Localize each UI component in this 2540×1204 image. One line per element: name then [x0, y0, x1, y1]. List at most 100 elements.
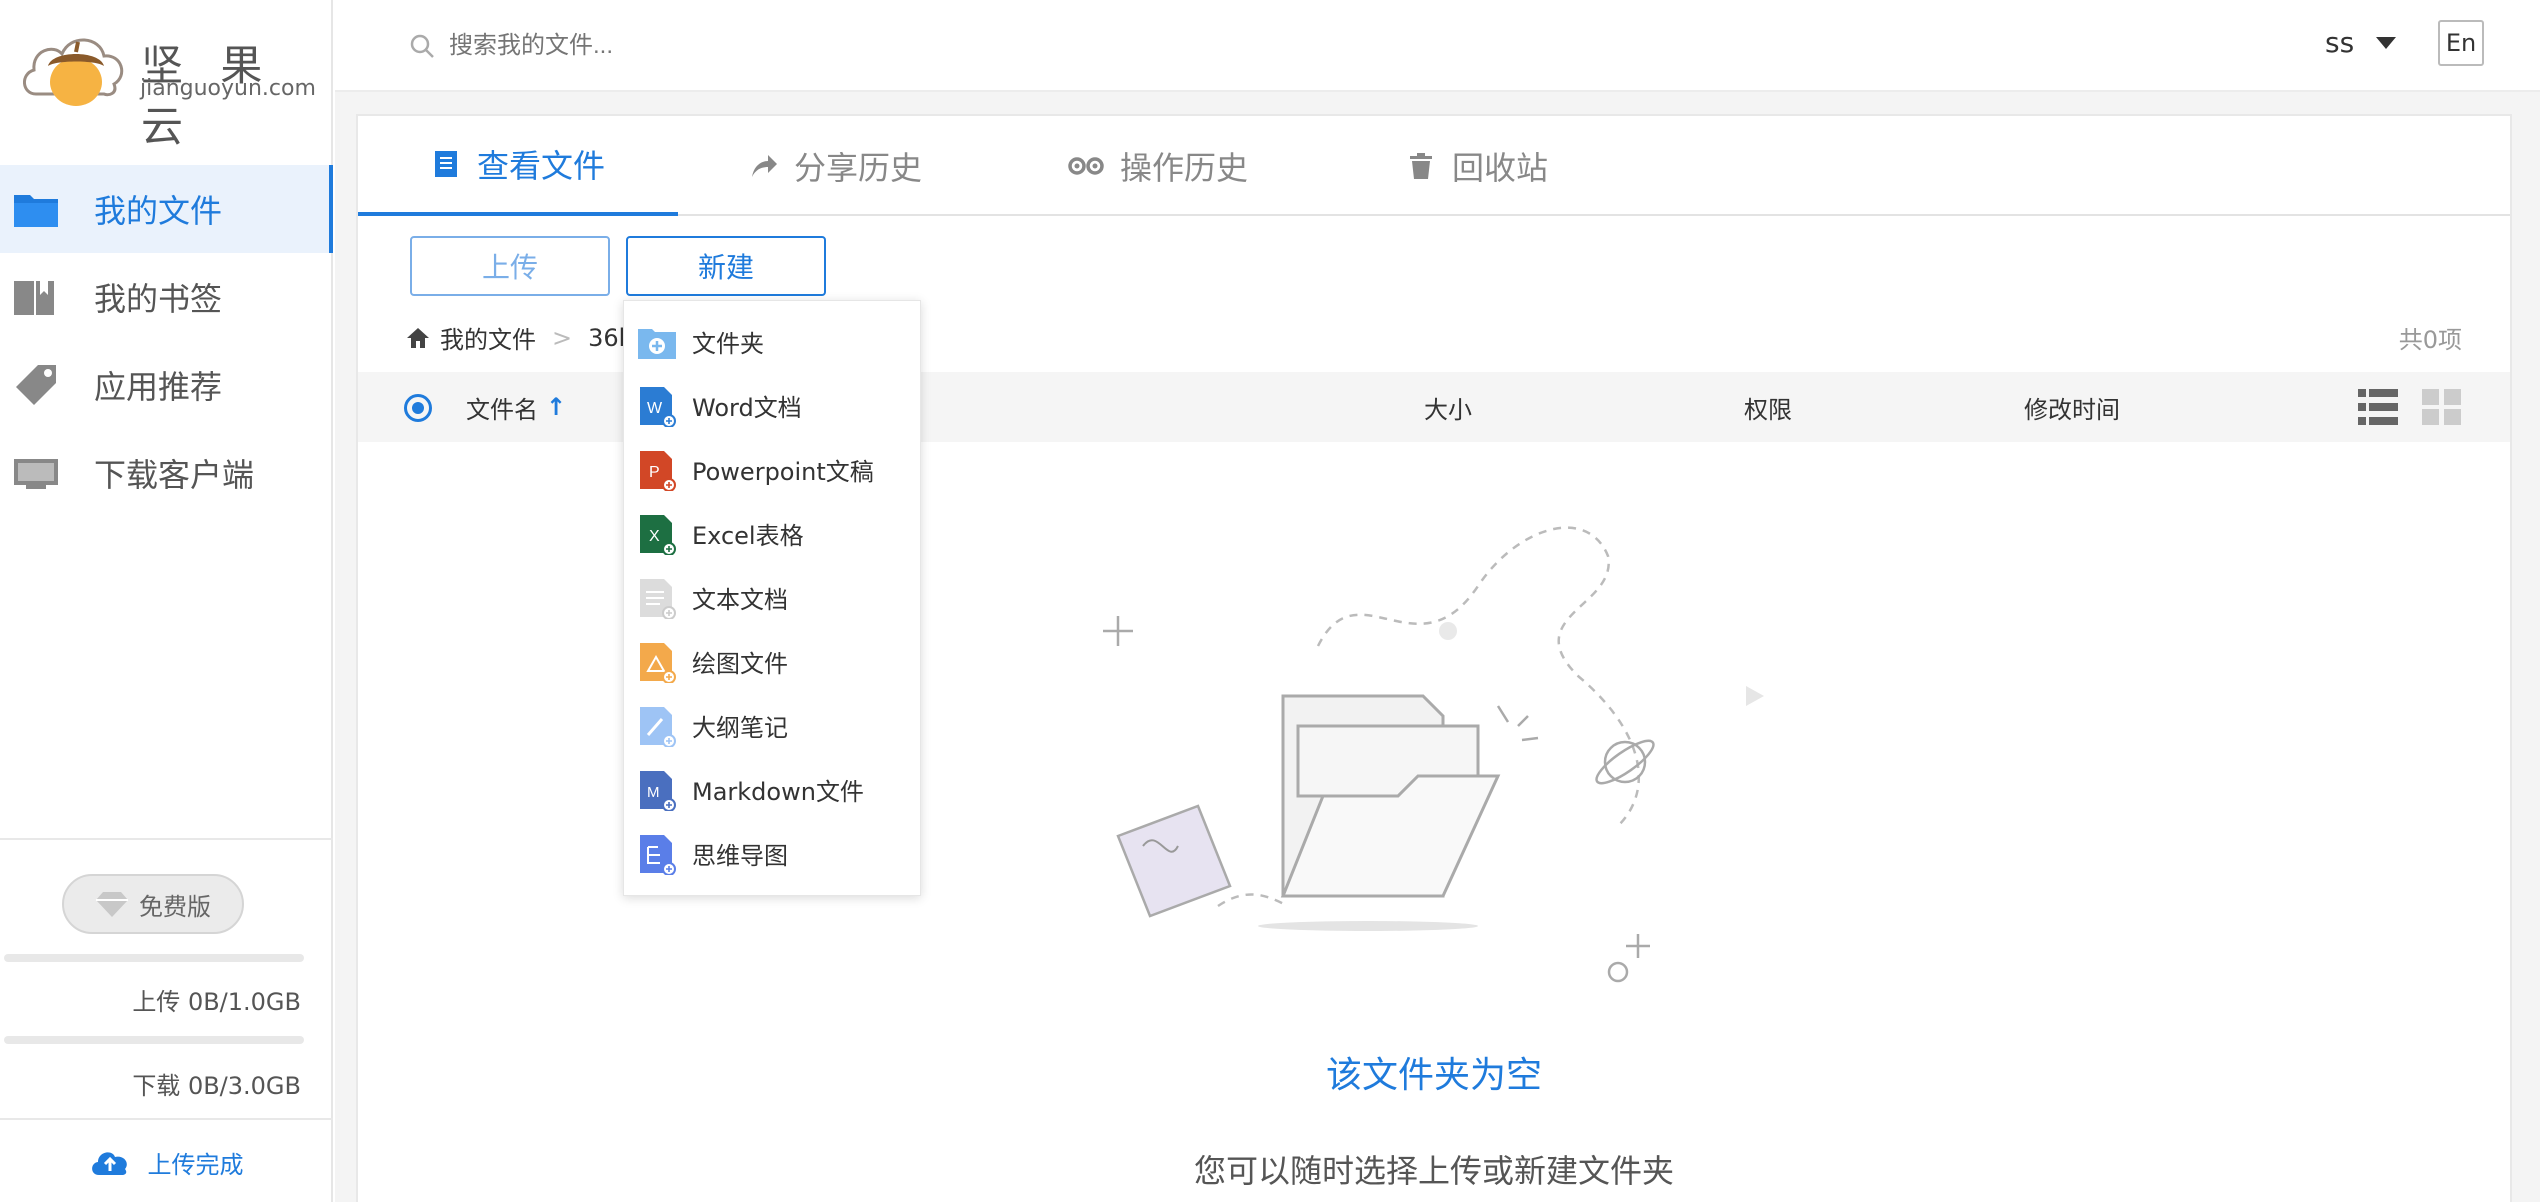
folder-icon [14, 195, 58, 227]
tab-operation-history[interactable]: 操作历史 [1068, 116, 1248, 216]
select-all-radio[interactable] [404, 394, 432, 422]
sidebar-item-label: 应用推荐 [94, 368, 223, 406]
trash-icon [1410, 153, 1432, 179]
new-menu-dropdown: 文件夹 W Word文档 P Powerpoint文稿 X Excel表格 文本… [623, 300, 921, 896]
share-icon [752, 155, 777, 177]
outline-note-icon [640, 707, 676, 747]
bookmark-icon [14, 281, 54, 315]
diamond-icon [96, 892, 128, 917]
empty-folder-illustration [1103, 526, 1764, 983]
new-menu-item-text[interactable]: 文本文档 [624, 565, 922, 629]
menu-item-label: Powerpoint文稿 [692, 457, 874, 486]
column-size[interactable]: 大小 [1424, 372, 1472, 442]
history-icon [1068, 157, 1104, 175]
username: ss [2325, 26, 2355, 59]
sidebar-item-bookmarks[interactable]: 我的书签 [0, 253, 333, 341]
search-box[interactable] [409, 24, 1009, 68]
monitor-icon [14, 459, 58, 489]
brand-domain: jianguoyun.com [140, 76, 316, 101]
new-menu-item-drawing[interactable]: 绘图文件 [624, 629, 922, 693]
tag-icon [16, 365, 56, 405]
list-view-icon[interactable] [2358, 387, 2398, 427]
new-menu-item-markdown[interactable]: M Markdown文件 [624, 757, 922, 821]
top-bar: ss En [335, 0, 2540, 92]
column-permission[interactable]: 权限 [1744, 372, 1792, 442]
menu-item-label: Excel表格 [692, 521, 804, 550]
empty-state-title: 该文件夹为空 [1325, 1055, 1542, 1096]
new-menu-item-mindmap[interactable]: 思维导图 [624, 821, 922, 885]
tab-label: 操作历史 [1120, 149, 1249, 187]
tab-label: 回收站 [1452, 149, 1549, 187]
plan-badge[interactable]: 免费版 [62, 874, 244, 934]
drawing-icon [640, 643, 676, 683]
tab-view-files[interactable]: 查看文件 [358, 116, 678, 216]
menu-item-label: Word文档 [692, 393, 802, 422]
logo[interactable]: 坚 果 云 jianguoyun.com [18, 24, 316, 151]
home-icon [407, 327, 429, 348]
sidebar-nav: 我的文件 我的书签 应用推荐 下载客户端 [0, 165, 333, 517]
svg-text:P: P [649, 464, 660, 481]
menu-item-label: 大纲笔记 [692, 713, 788, 742]
breadcrumb: 我的文件 > 36k [406, 320, 633, 355]
acorn-cloud-icon [23, 38, 124, 106]
menu-item-label: 文件夹 [692, 329, 764, 358]
plan-label: 免费版 [139, 892, 211, 921]
word-icon: W [640, 387, 676, 427]
menu-item-label: 绘图文件 [692, 649, 788, 678]
grid-view-icon[interactable] [2422, 387, 2462, 427]
download-quota: 下载 0B/3.0GB [132, 1072, 301, 1100]
tab-recycle-bin[interactable]: 回收站 [1406, 116, 1548, 216]
sidebar-footer: 免费版 上传 0B/1.0GB 下载 0B/3.0GB 上传完成 [0, 838, 333, 1202]
tab-label: 分享历史 [794, 149, 923, 187]
tab-label: 查看文件 [476, 147, 605, 185]
upload-button[interactable]: 上传 [410, 236, 610, 296]
sidebar-item-label: 下载客户端 [94, 456, 255, 494]
sidebar-item-my-files[interactable]: 我的文件 [0, 165, 333, 253]
powerpoint-icon: P [640, 451, 676, 491]
sort-arrow-icon: ↑ [546, 393, 567, 421]
column-name-label: 文件名 [466, 395, 538, 424]
search-icon [410, 34, 434, 58]
item-count: 共0项 [2398, 326, 2462, 354]
column-modified[interactable]: 修改时间 [2024, 372, 2120, 442]
breadcrumb-separator: > [552, 323, 573, 352]
empty-state-subtitle: 您可以随时选择上传或新建文件夹 [1193, 1152, 1674, 1190]
file-list-icon [434, 151, 457, 177]
breadcrumb-root[interactable]: 我的文件 [440, 320, 536, 355]
mindmap-icon [640, 835, 676, 875]
sidebar: 坚 果 云 jianguoyun.com 我的文件 我的书签 应用推荐 下载客户… [0, 0, 333, 1202]
markdown-icon: M [640, 771, 676, 811]
caret-down-icon [2376, 36, 2397, 49]
text-doc-icon [640, 579, 676, 619]
new-button[interactable]: 新建 [626, 236, 826, 296]
sidebar-item-app-recommend[interactable]: 应用推荐 [0, 341, 333, 429]
upload-status[interactable]: 上传完成 [0, 1118, 333, 1204]
svg-text:X: X [649, 528, 660, 545]
tab-bar: 查看文件 分享历史 操作历史 回收站 [358, 116, 2510, 216]
excel-icon: X [640, 515, 676, 555]
sidebar-item-label: 我的文件 [94, 192, 223, 230]
user-menu[interactable]: ss [2325, 26, 2397, 59]
menu-item-label: 文本文档 [692, 585, 788, 614]
download-quota-bar [4, 1036, 304, 1044]
column-name[interactable]: 文件名 ↑ [466, 372, 566, 442]
new-menu-item-excel[interactable]: X Excel表格 [624, 501, 922, 565]
new-menu-item-folder[interactable]: 文件夹 [624, 309, 922, 373]
upload-status-label: 上传完成 [147, 1150, 244, 1179]
search-input[interactable] [447, 31, 947, 61]
new-folder-icon [638, 329, 676, 359]
cloud-upload-icon [91, 1152, 127, 1175]
tab-share-history[interactable]: 分享历史 [748, 116, 922, 216]
svg-text:W: W [647, 400, 663, 417]
sidebar-item-download-client[interactable]: 下载客户端 [0, 429, 333, 517]
language-toggle[interactable]: En [2438, 20, 2484, 66]
upload-quota-bar [4, 954, 304, 962]
menu-item-label: 思维导图 [692, 841, 788, 870]
svg-text:M: M [647, 784, 660, 801]
new-menu-item-outline[interactable]: 大纲笔记 [624, 693, 922, 757]
upload-quota: 上传 0B/1.0GB [132, 988, 301, 1016]
menu-item-label: Markdown文件 [692, 777, 864, 806]
new-menu-item-powerpoint[interactable]: P Powerpoint文稿 [624, 437, 922, 501]
new-menu-item-word[interactable]: W Word文档 [624, 373, 922, 437]
sidebar-item-label: 我的书签 [94, 280, 223, 318]
